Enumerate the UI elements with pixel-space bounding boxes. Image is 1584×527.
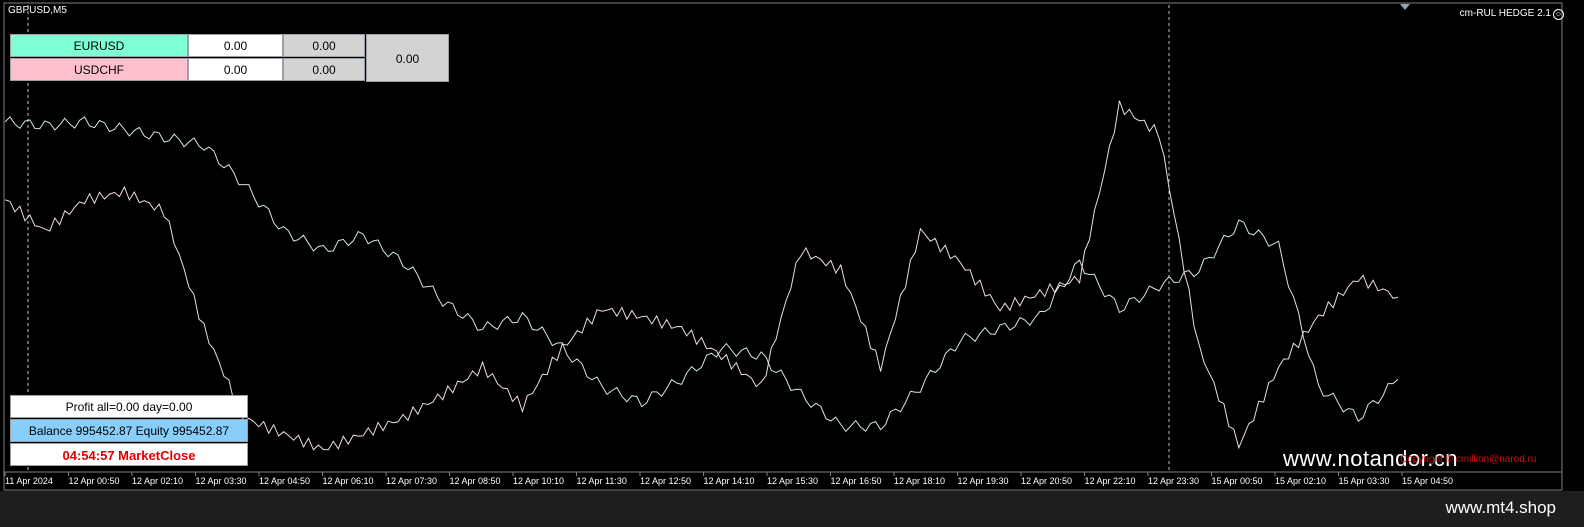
time-axis-label: 12 Apr 23:30	[1148, 476, 1200, 486]
pair-usdchf-value: 0.00	[188, 58, 283, 81]
time-axis-label: 12 Apr 03:30	[195, 476, 247, 486]
pair-usdchf-button[interactable]: USDCHF	[10, 58, 188, 81]
indicator-name: cm-RUL HEDGE 2.1	[1459, 8, 1551, 19]
pair-eurusd-profit: 0.00	[283, 34, 365, 57]
pair-eurusd-button[interactable]: EURUSD	[10, 34, 188, 57]
symbol-label: GBPUSD,M5	[8, 5, 67, 16]
footer-bar	[0, 491, 1584, 527]
market-timer: 04:54:57 MarketClose	[10, 443, 248, 466]
time-axis-label: 15 Apr 04:50	[1402, 476, 1454, 486]
time-axis-label: 15 Apr 03:30	[1338, 476, 1390, 486]
time-axis-label: 12 Apr 08:50	[449, 476, 501, 486]
time-axis-label: 15 Apr 02:10	[1275, 476, 1327, 486]
time-axis-label: 12 Apr 12:50	[640, 476, 692, 486]
time-axis-label: 12 Apr 14:10	[703, 476, 755, 486]
time-axis-label: 15 Apr 00:50	[1211, 476, 1263, 486]
pair-usdchf-profit: 0.00	[283, 58, 365, 81]
time-axis-label: 12 Apr 16:50	[830, 476, 882, 486]
time-axis-label: 12 Apr 02:10	[132, 476, 184, 486]
shift-marker-icon[interactable]	[1400, 4, 1410, 10]
time-axis-label: 12 Apr 10:10	[513, 476, 565, 486]
time-axis-label: 12 Apr 22:10	[1084, 476, 1136, 486]
account-info-panel: Profit all=0.00 day=0.00 Balance 995452.…	[10, 395, 248, 467]
profit-summary: Profit all=0.00 day=0.00	[10, 395, 248, 418]
time-axis-label: 12 Apr 07:30	[386, 476, 438, 486]
time-axis-label: 12 Apr 19:30	[957, 476, 1009, 486]
time-axis-label: 12 Apr 00:50	[68, 476, 120, 486]
pair-eurusd-value: 0.00	[188, 34, 283, 57]
time-axis-label: 12 Apr 18:10	[894, 476, 946, 486]
hedge-panel: EURUSD 0.00 0.00 USDCHF 0.00 0.00 0.00	[10, 34, 449, 83]
time-axis-label: 12 Apr 11:30	[576, 476, 627, 486]
time-axis-label: 12 Apr 06:10	[322, 476, 374, 486]
total-profit-button[interactable]: 0.00	[366, 34, 449, 82]
balance-equity: Balance 995452.87 Equity 995452.87	[10, 419, 248, 442]
copyright-text: Copyright © cmillion@narod.ru	[1400, 454, 1537, 465]
time-axis-label: 12 Apr 04:50	[259, 476, 311, 486]
time-axis-label: 12 Apr 15:30	[767, 476, 819, 486]
time-axis-label: 11 Apr 2024	[5, 476, 53, 486]
site-link[interactable]: www.mt4.shop	[1445, 498, 1556, 518]
indicator-title: cm-RUL HEDGE 2.1 ☺	[1460, 8, 1564, 20]
time-axis-label: 12 Apr 20:50	[1021, 476, 1073, 486]
smile-icon: ☺	[1553, 9, 1564, 20]
